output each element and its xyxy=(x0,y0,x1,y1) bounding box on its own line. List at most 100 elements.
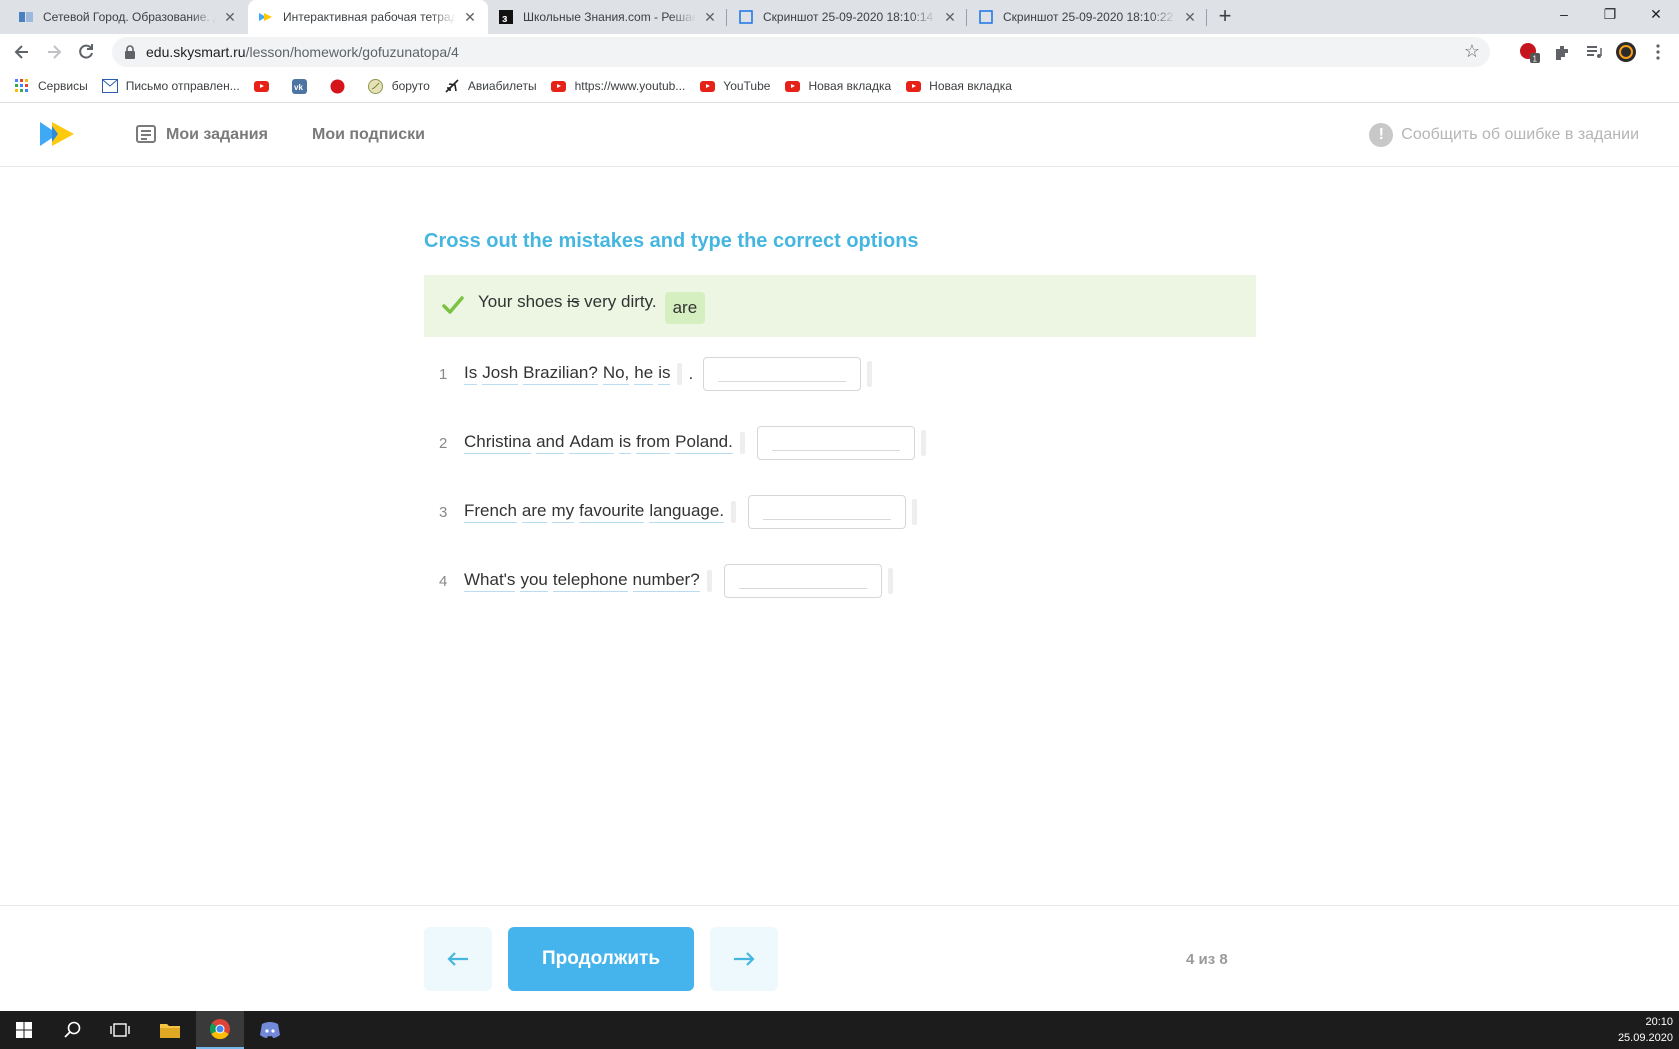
bookmark-star-icon[interactable]: ☆ xyxy=(1464,41,1480,62)
answer-input[interactable] xyxy=(748,495,907,529)
tab-skysmart[interactable]: Интерактивная рабочая тетрадь ✕ xyxy=(248,0,488,34)
tab-screenshot-2[interactable]: Скриншот 25-09-2020 18:10:22.png ✕ xyxy=(968,0,1208,34)
selectable-word[interactable]: Poland. xyxy=(675,432,733,454)
bookmark-youtube[interactable]: YouTube xyxy=(699,78,770,94)
netschool-icon xyxy=(18,9,34,25)
file-explorer-button[interactable] xyxy=(146,1011,194,1049)
selectable-word[interactable]: telephone xyxy=(552,570,628,592)
url-text: edu.skysmart.ru/lesson/homework/gofuzuna… xyxy=(146,44,459,60)
bookmark-red-circle[interactable] xyxy=(330,78,354,94)
bookmark-new-tab-1[interactable]: Новая вкладка xyxy=(784,78,891,94)
selectable-word[interactable]: are xyxy=(521,501,547,523)
selectable-word[interactable]: Josh xyxy=(482,363,519,385)
close-icon[interactable]: ✕ xyxy=(942,9,958,25)
selectable-word[interactable]: number? xyxy=(632,570,700,592)
item-number: 2 xyxy=(439,434,448,452)
close-icon[interactable]: ✕ xyxy=(222,9,238,25)
address-bar[interactable]: edu.skysmart.ru/lesson/homework/gofuzuna… xyxy=(112,37,1490,67)
reload-icon xyxy=(79,44,93,59)
selectable-word[interactable]: No, xyxy=(602,363,630,385)
selectable-word[interactable]: Christina xyxy=(464,432,532,454)
forward-arrow-icon xyxy=(48,45,62,59)
selectable-word[interactable]: is xyxy=(618,432,632,454)
bookmark-new-tab-2[interactable]: Новая вкладка xyxy=(905,78,1012,94)
answer-drop-slot[interactable] xyxy=(867,361,873,387)
example-answer: are xyxy=(664,292,706,324)
answer-input[interactable] xyxy=(723,564,882,598)
answer-drop-slot[interactable] xyxy=(920,430,926,456)
selectable-word[interactable]: favourite xyxy=(579,501,645,523)
extensions-puzzle-icon[interactable] xyxy=(1550,40,1574,64)
windows-start-button[interactable] xyxy=(0,1011,48,1049)
profile-avatar[interactable] xyxy=(1614,40,1638,64)
apps-icon xyxy=(14,78,30,94)
selectable-word[interactable]: Brazilian? xyxy=(523,363,598,385)
bookmark-mail[interactable]: Письмо отправлен... xyxy=(101,78,240,94)
close-window-button[interactable]: ✕ xyxy=(1633,0,1679,30)
page-footer: Продолжить 4 из 8 xyxy=(0,905,1679,1011)
selectable-word[interactable]: language. xyxy=(649,501,725,523)
skysmart-logo-icon[interactable] xyxy=(40,120,76,148)
nav-my-tasks-label: Мои задания xyxy=(166,126,268,143)
answer-input[interactable] xyxy=(703,357,862,391)
tab-title: Скриншот 25-09-2020 18:10:14.png xyxy=(763,10,936,24)
tab-znanija[interactable]: з Школьные Знания.com - Решаем ✕ xyxy=(488,0,728,34)
bookmark-services[interactable]: Сервисы xyxy=(14,78,88,94)
tab-screenshot-1[interactable]: Скриншот 25-09-2020 18:10:14.png ✕ xyxy=(728,0,968,34)
extension-adblock-icon[interactable]: 1 xyxy=(1518,40,1542,64)
word-drop-slot[interactable] xyxy=(739,432,745,454)
bookmark-youtube-1[interactable] xyxy=(254,78,278,94)
answer-drop-slot[interactable] xyxy=(887,568,893,594)
task-view-button[interactable] xyxy=(96,1011,144,1049)
bookmark-label: YouTube xyxy=(723,79,771,93)
selectable-word[interactable]: and xyxy=(536,432,565,454)
bookmark-boruto[interactable]: боруто xyxy=(368,78,430,94)
close-icon[interactable]: ✕ xyxy=(1182,9,1198,25)
continue-button[interactable]: Продолжить xyxy=(508,927,694,991)
discord-taskbar-button[interactable] xyxy=(246,1011,294,1049)
selectable-word[interactable]: you xyxy=(520,570,548,592)
selectable-word[interactable]: is xyxy=(658,363,671,385)
selectable-word[interactable]: from xyxy=(636,432,671,454)
selectable-word[interactable]: my xyxy=(551,501,575,523)
tasks-list-icon xyxy=(136,125,156,143)
media-playlist-icon[interactable] xyxy=(1582,40,1606,64)
word-drop-slot[interactable] xyxy=(731,501,737,523)
answer-input[interactable] xyxy=(756,426,915,460)
selectable-word[interactable]: Is xyxy=(464,363,478,385)
prev-button[interactable] xyxy=(424,927,492,991)
url-host: edu.skysmart.ru xyxy=(146,44,246,60)
report-error-link[interactable]: ! Сообщить об ошибке в задании xyxy=(1369,103,1639,167)
red-dot-icon xyxy=(330,78,346,94)
selectable-word[interactable]: French xyxy=(464,501,517,523)
forward-button[interactable] xyxy=(40,38,68,66)
close-icon[interactable]: ✕ xyxy=(462,9,478,25)
nav-my-subscriptions[interactable]: Мои подписки xyxy=(312,103,425,167)
menu-kebab-icon[interactable] xyxy=(1646,40,1670,64)
reload-button[interactable] xyxy=(72,38,100,66)
system-clock[interactable]: 20:10 25.09.2020 xyxy=(1618,1014,1673,1046)
word-drop-slot[interactable] xyxy=(706,570,712,592)
bookmark-vk[interactable]: vk xyxy=(292,78,316,94)
chrome-taskbar-button[interactable] xyxy=(196,1011,244,1049)
answer-drop-slot[interactable] xyxy=(912,499,918,525)
minimize-button[interactable]: – xyxy=(1541,0,1587,30)
nav-my-tasks[interactable]: Мои задания xyxy=(136,103,268,167)
tab-setevoy-gorod[interactable]: Сетевой Город. Образование. Д ✕ xyxy=(8,0,248,34)
selectable-word[interactable]: Adam xyxy=(569,432,614,454)
search-button[interactable] xyxy=(48,1011,96,1049)
bookmark-youtube-url[interactable]: https://www.youtub... xyxy=(551,78,685,94)
bookmark-aviabilety[interactable]: Авиабилеты xyxy=(444,78,537,94)
word-drop-slot[interactable] xyxy=(677,363,683,385)
discord-icon xyxy=(260,1022,280,1038)
next-button[interactable] xyxy=(710,927,778,991)
progress-counter: 4 из 8 xyxy=(1186,951,1228,968)
close-icon[interactable]: ✕ xyxy=(702,9,718,25)
selectable-word[interactable]: What's xyxy=(464,570,516,592)
back-button[interactable] xyxy=(8,38,36,66)
new-tab-button[interactable]: + xyxy=(1212,4,1238,30)
bookmark-label: Новая вкладка xyxy=(929,79,1012,93)
report-error-label: Сообщить об ошибке в задании xyxy=(1401,126,1639,143)
selectable-word[interactable]: he xyxy=(634,363,654,385)
restore-button[interactable]: ❐ xyxy=(1587,0,1633,30)
